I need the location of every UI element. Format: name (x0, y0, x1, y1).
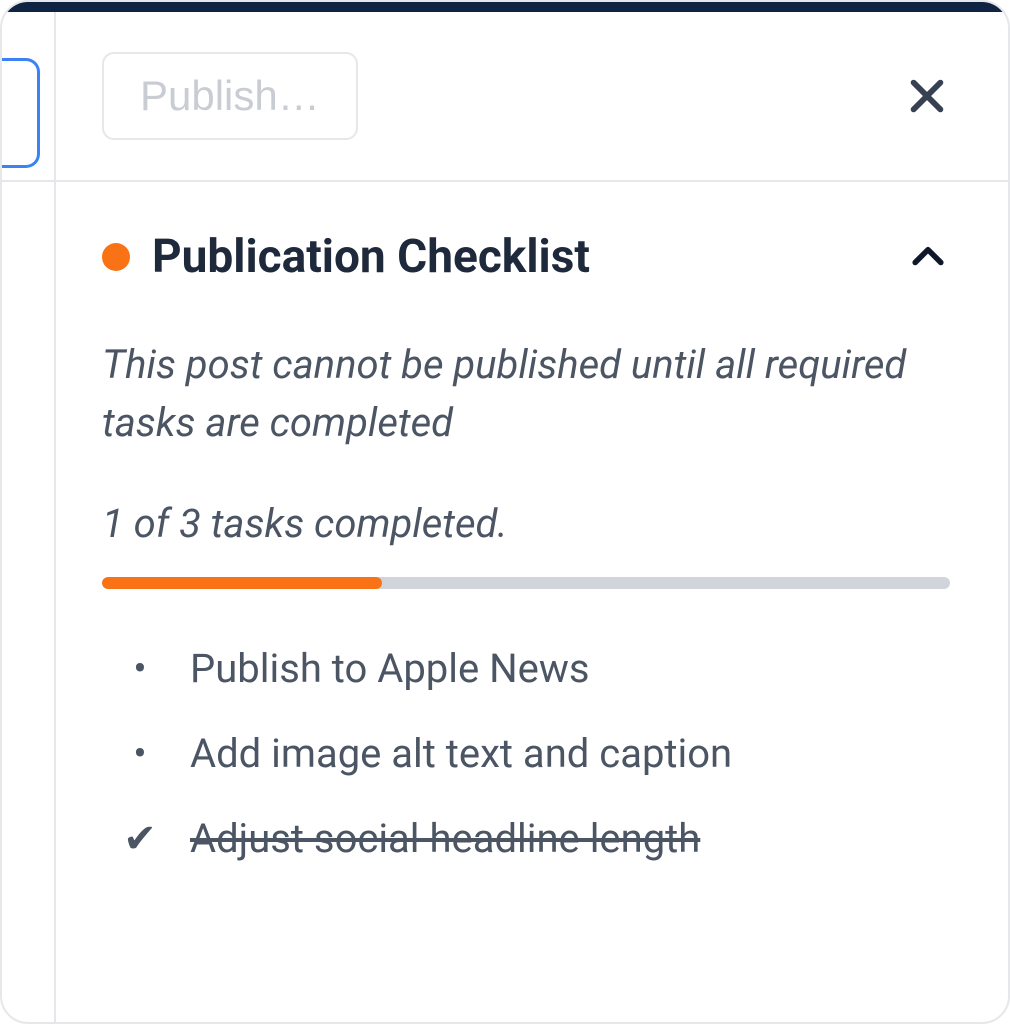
bullet-icon: • (122, 730, 158, 777)
close-icon[interactable] (904, 73, 950, 119)
progress-fill (102, 577, 382, 589)
check-icon: ✔ (122, 815, 158, 862)
chevron-up-icon[interactable] (906, 235, 950, 279)
task-item[interactable]: ✔ Adjust social headline length (122, 815, 950, 862)
task-list: • Publish to Apple News • Add image alt … (102, 645, 950, 862)
task-item[interactable]: • Publish to Apple News (122, 645, 950, 692)
selected-tab-fragment (2, 58, 40, 168)
progress-label: 1 of 3 tasks completed. (102, 500, 950, 547)
checklist-warning: This post cannot be published until all … (102, 336, 950, 452)
task-label: Publish to Apple News (190, 645, 590, 692)
left-gutter-divider (54, 12, 56, 1022)
bullet-icon: • (122, 645, 158, 692)
task-label: Adjust social headline length (190, 815, 700, 862)
window-top-bar (2, 2, 1008, 12)
publish-button[interactable]: Publish… (102, 52, 358, 140)
task-label: Add image alt text and caption (190, 730, 732, 777)
task-item[interactable]: • Add image alt text and caption (122, 730, 950, 777)
panel-header: Publish… (2, 12, 1008, 182)
checklist-title: Publication Checklist (152, 230, 590, 284)
checklist-section: Publication Checklist This post cannot b… (2, 182, 1008, 862)
checklist-header[interactable]: Publication Checklist (102, 230, 950, 284)
progress-bar (102, 577, 950, 589)
status-dot-icon (102, 243, 130, 271)
